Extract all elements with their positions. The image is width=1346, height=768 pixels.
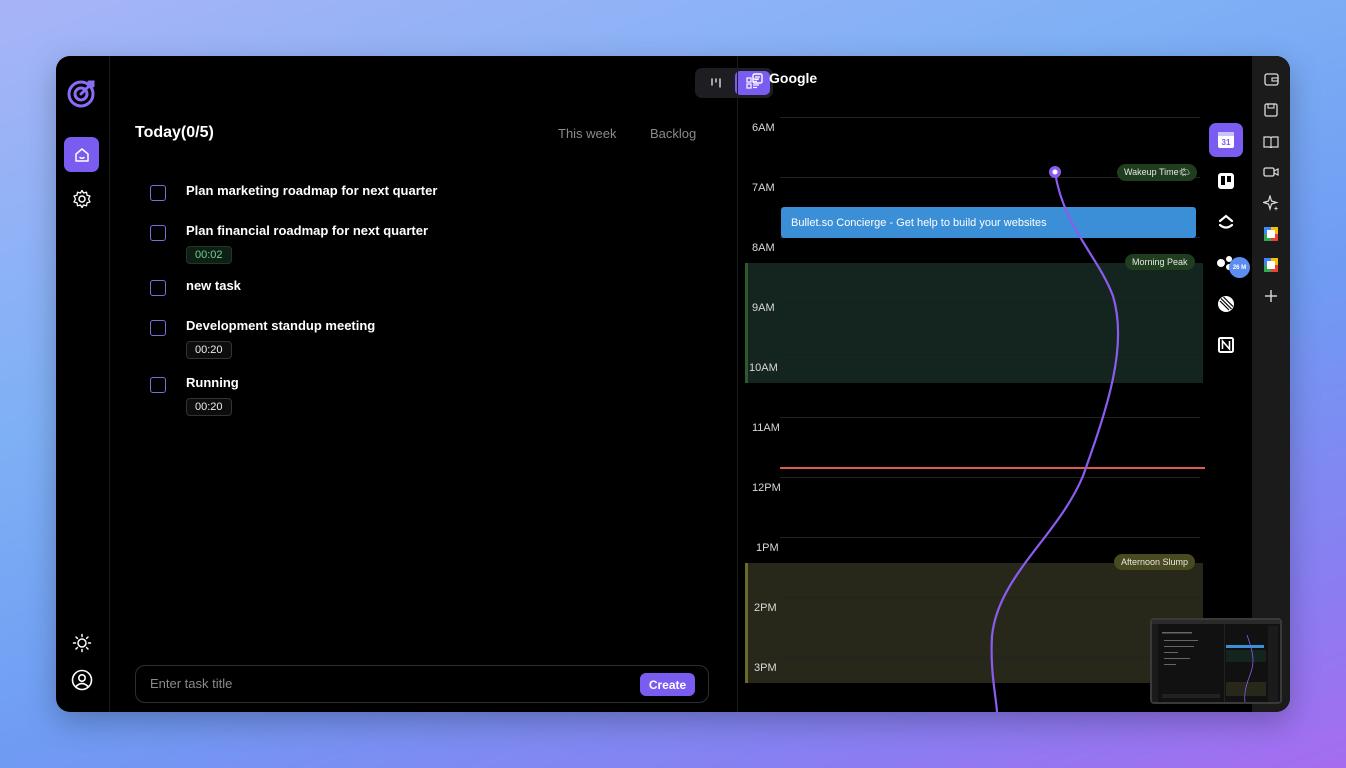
linear-icon [1218,296,1234,312]
task-checkbox[interactable] [150,377,166,393]
theme-toggle-button[interactable] [64,625,99,660]
create-button[interactable]: Create [640,673,695,696]
tab-backlog[interactable]: Backlog [650,126,696,141]
save-icon[interactable] [1262,101,1280,119]
task-timer[interactable]: 00:20 [186,341,232,359]
task-checkbox[interactable] [150,225,166,241]
task-checkbox[interactable] [150,280,166,296]
home-icon [74,147,89,162]
energy-curve [990,166,1120,712]
task-checkbox[interactable] [150,185,166,201]
calendar-app-icon-2[interactable] [1262,256,1280,274]
google-calendar-button[interactable]: 31 [1209,123,1243,157]
sparkle-icon[interactable] [1262,194,1280,212]
trello-icon [1218,173,1234,189]
left-sidebar [56,56,110,712]
task-label[interactable]: Development standup meeting [186,318,375,333]
tasks-panel: Today(0/5) This week Backlog Plan market… [110,56,773,712]
plus-icon[interactable] [1262,287,1280,305]
new-task-form: Create [135,665,709,703]
clickup-button[interactable] [1209,205,1243,239]
calendar-app-icon[interactable] [1262,225,1280,243]
task-timer[interactable]: 00:20 [186,398,232,416]
video-icon[interactable] [1262,163,1280,181]
system-sidebar [1252,56,1290,712]
tab-this-week[interactable]: This week [558,126,617,141]
settings-button[interactable] [64,181,99,216]
task-label[interactable]: Plan marketing roadmap for next quarter [186,183,437,198]
profile-button[interactable] [64,662,99,697]
sun-icon [72,633,91,652]
gear-icon [72,189,91,208]
book-icon[interactable] [1262,132,1280,150]
task-checkbox[interactable] [150,320,166,336]
user-circle-icon [71,669,92,690]
clickup-icon [1218,214,1234,229]
wallet-icon[interactable] [1262,70,1280,88]
task-label[interactable]: new task [186,278,241,293]
page-title: Today(0/5) [135,124,214,141]
app-window: Today(0/5) This week Backlog Plan market… [56,56,1290,712]
notion-button[interactable] [1209,328,1243,362]
notion-icon [1218,337,1234,353]
kanban-view-icon [710,78,721,88]
google-calendar-icon: 31 [1218,132,1234,148]
calendar-panel: Google 6AM 7AM 8AM 9AM 10AM 11AM 12PM 1P… [737,56,1205,712]
task-label[interactable]: Running [186,375,239,390]
task-timer[interactable]: 00:02 [186,246,232,264]
trello-button[interactable] [1209,164,1243,198]
screen-preview-thumbnail[interactable] [1150,618,1282,704]
notification-badge: 26 M [1229,257,1250,278]
task-label[interactable]: Plan financial roadmap for next quarter [186,223,428,238]
task-title-input[interactable] [148,675,632,692]
svg-text:31: 31 [1222,138,1231,147]
home-button[interactable] [64,137,99,172]
linear-button[interactable] [1209,287,1243,321]
target-logo-icon[interactable] [66,77,98,109]
integrations-bar: 31 26 M [1201,56,1251,712]
kanban-view-button[interactable] [698,71,733,95]
